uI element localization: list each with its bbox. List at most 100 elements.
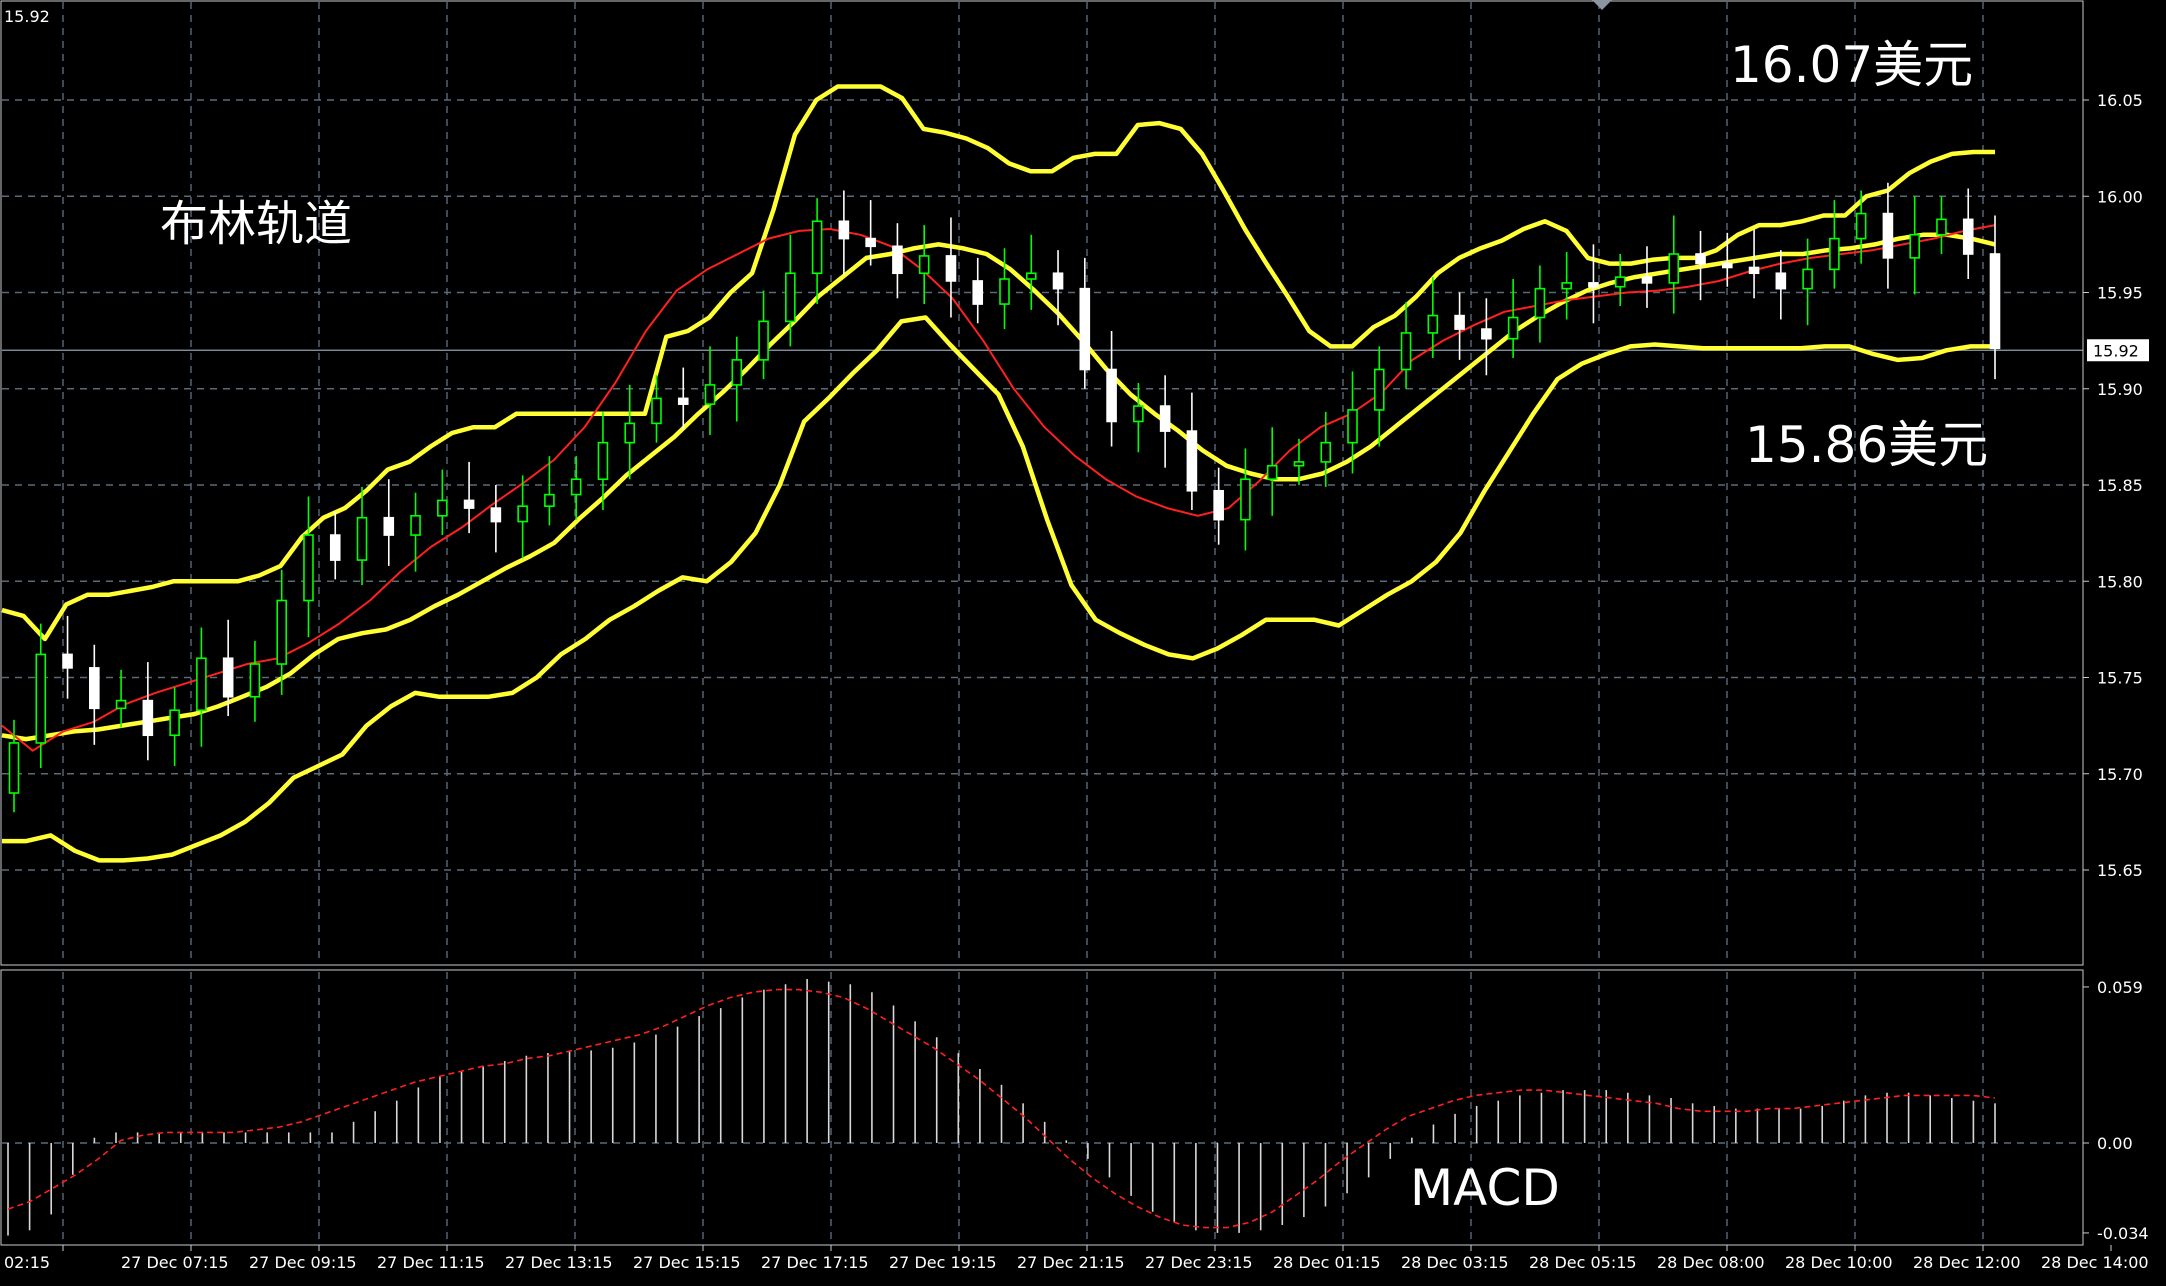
y-tick-label: 16.00: [2097, 187, 2143, 206]
bear-candle[interactable]: [1775, 272, 1787, 290]
y-tick-label: 15.65: [2097, 861, 2143, 880]
bull-candle[interactable]: [1347, 409, 1358, 444]
macd-tick-label: 0.059: [2097, 978, 2143, 997]
bull-candle[interactable]: [731, 359, 743, 386]
y-tick-label: 16.05: [2097, 91, 2143, 110]
bull-candle[interactable]: [437, 499, 448, 517]
bull-candle[interactable]: [1668, 253, 1680, 284]
x-tick-label: 27 Dec 13:15: [505, 1253, 613, 1272]
bear-candle[interactable]: [865, 237, 876, 248]
bull-candle[interactable]: [169, 709, 180, 737]
bull-candle[interactable]: [8, 742, 20, 794]
bull-candle[interactable]: [1507, 316, 1519, 340]
y-tick-label: 15.70: [2097, 765, 2143, 784]
bear-candle[interactable]: [838, 220, 850, 240]
bear-candle[interactable]: [972, 280, 984, 305]
bear-candle[interactable]: [1159, 405, 1171, 432]
chart-canvas: 16.05 16.00 15.95 15.90 15.85 15.80 15.75 15.70…: [0, 0, 2166, 1286]
bull-candle[interactable]: [1240, 478, 1251, 521]
bear-candle[interactable]: [1748, 266, 1760, 275]
bull-candle[interactable]: [1534, 287, 1546, 319]
bull-candle[interactable]: [1133, 405, 1144, 423]
bear-candle[interactable]: [329, 534, 341, 561]
corner-price-label: 15.92: [4, 7, 50, 26]
bear-candle[interactable]: [892, 245, 903, 275]
macd-name-label: MACD: [1410, 1159, 1560, 1217]
chart-background: [0, 0, 2166, 1286]
x-tick-label: 28 Dec 08:00: [1657, 1253, 1765, 1272]
bull-candle[interactable]: [811, 220, 823, 275]
bull-candle[interactable]: [1802, 268, 1813, 290]
bull-candle[interactable]: [1025, 272, 1037, 280]
bear-candle[interactable]: [1588, 282, 1599, 288]
bull-candle[interactable]: [1400, 332, 1412, 371]
high-price-label: 16.07美元: [1730, 36, 1973, 94]
bull-candle[interactable]: [410, 514, 421, 536]
bear-candle[interactable]: [1106, 368, 1117, 423]
bull-candle[interactable]: [1293, 461, 1305, 467]
bull-candle[interactable]: [35, 653, 47, 744]
bear-candle[interactable]: [1695, 253, 1706, 265]
bull-candle[interactable]: [356, 516, 368, 561]
bull-candle[interactable]: [1936, 218, 1947, 236]
x-tick-label: 28 Dec 01:15: [1273, 1253, 1381, 1272]
bear-candle[interactable]: [677, 397, 689, 405]
x-tick-label: 28 Dec 03:15: [1401, 1253, 1509, 1272]
bull-candle[interactable]: [1320, 441, 1332, 463]
bear-candle[interactable]: [1882, 212, 1894, 259]
bull-candle[interactable]: [1373, 368, 1385, 411]
bear-candle[interactable]: [1454, 314, 1465, 330]
bear-candle[interactable]: [1481, 328, 1492, 340]
bull-candle[interactable]: [758, 320, 769, 361]
bear-candle[interactable]: [62, 653, 73, 669]
bear-candle[interactable]: [463, 499, 475, 509]
y-tick-label: 15.95: [2097, 284, 2143, 303]
bull-candle[interactable]: [624, 422, 636, 444]
bear-candle[interactable]: [1721, 262, 1733, 269]
bear-candle[interactable]: [222, 657, 234, 698]
bear-candle[interactable]: [89, 667, 100, 710]
bear-candle[interactable]: [1186, 430, 1198, 492]
bull-candle[interactable]: [785, 272, 796, 323]
bull-candle[interactable]: [115, 699, 127, 710]
bull-candle[interactable]: [1614, 276, 1626, 288]
bear-candle[interactable]: [1641, 276, 1653, 284]
bull-candle[interactable]: [517, 505, 528, 523]
bear-candle[interactable]: [1962, 218, 1974, 255]
bull-candle[interactable]: [1561, 282, 1572, 290]
bull-candle[interactable]: [597, 441, 609, 481]
current-price-label: 15.92: [2093, 341, 2139, 360]
bear-candle[interactable]: [1989, 253, 2001, 350]
y-tick-label: 15.90: [2097, 380, 2143, 399]
bear-candle[interactable]: [142, 699, 154, 737]
bull-candle[interactable]: [276, 599, 288, 665]
bear-candle[interactable]: [1052, 272, 1064, 290]
bull-candle[interactable]: [1427, 314, 1439, 334]
low-price-label: 15.86美元: [1745, 416, 1988, 474]
bear-candle[interactable]: [383, 516, 395, 536]
bull-candle[interactable]: [651, 397, 662, 425]
x-tick-label: 27 Dec 15:15: [633, 1253, 741, 1272]
bull-candle[interactable]: [1266, 464, 1278, 481]
bull-candle[interactable]: [704, 384, 716, 405]
bull-candle[interactable]: [544, 493, 555, 507]
bull-candle[interactable]: [1855, 212, 1867, 240]
bear-candle[interactable]: [945, 255, 957, 282]
bear-candle[interactable]: [490, 507, 502, 523]
x-tick-label: 28 Dec 10:00: [1785, 1253, 1893, 1272]
x-tick-label: 27 Dec 09:15: [249, 1253, 357, 1272]
bull-candle[interactable]: [1829, 237, 1840, 271]
x-tick-label: 28 Dec 05:15: [1529, 1253, 1637, 1272]
bull-candle[interactable]: [249, 663, 261, 698]
bear-candle[interactable]: [1079, 287, 1091, 371]
x-tick-label: 02:15: [4, 1253, 50, 1272]
x-tick-label: 28 Dec 12:00: [1913, 1253, 2021, 1272]
bull-candle[interactable]: [918, 255, 930, 275]
bull-candle[interactable]: [570, 478, 582, 496]
bull-candle[interactable]: [196, 657, 207, 712]
bear-candle[interactable]: [1213, 489, 1224, 521]
bull-candle[interactable]: [999, 278, 1010, 305]
bull-candle[interactable]: [1909, 233, 1920, 259]
bull-candle[interactable]: [303, 534, 314, 602]
macd-tick-label: -0.034: [2097, 1224, 2149, 1243]
